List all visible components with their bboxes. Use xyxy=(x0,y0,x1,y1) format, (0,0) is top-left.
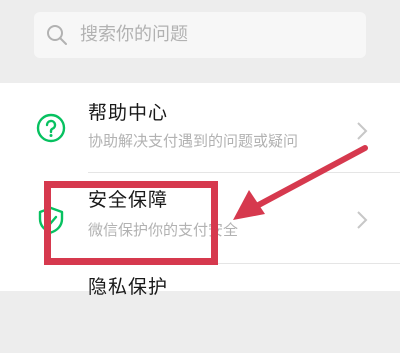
search-area: 搜索你的问题 xyxy=(0,0,400,72)
menu-item-privacy[interactable]: 隐私保护 xyxy=(0,265,400,353)
help-center-title: 帮助中心 xyxy=(88,102,169,124)
arrow-annotation xyxy=(233,145,368,220)
chevron-right-icon xyxy=(357,122,368,140)
search-icon xyxy=(47,25,67,45)
privacy-title: 隐私保护 xyxy=(88,276,169,298)
highlight-box xyxy=(44,181,218,265)
search-box[interactable]: 搜索你的问题 xyxy=(34,12,366,58)
question-circle-icon xyxy=(36,113,66,143)
search-placeholder: 搜索你的问题 xyxy=(80,24,188,45)
